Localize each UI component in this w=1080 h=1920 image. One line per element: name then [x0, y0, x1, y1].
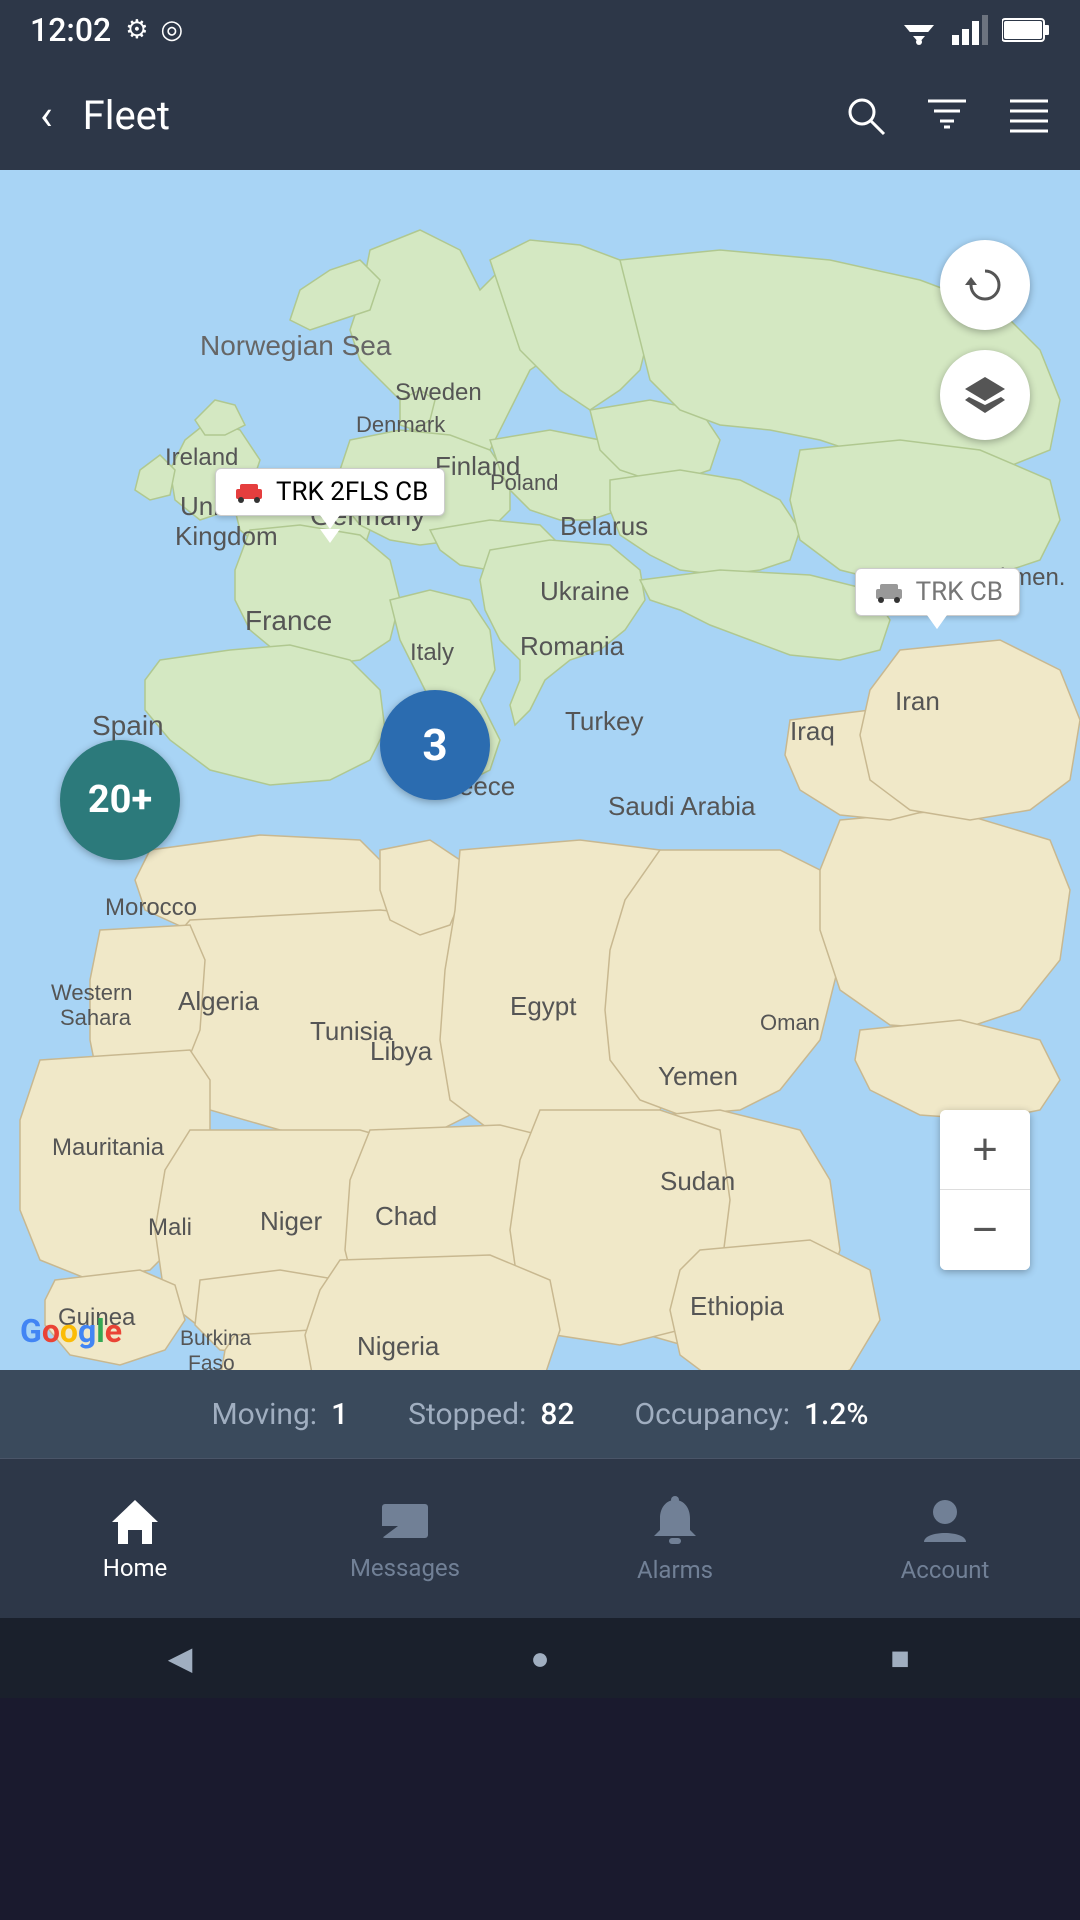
- marker-trk2flscb-label: TRK 2FLS CB: [215, 468, 445, 516]
- nav-account[interactable]: Account: [810, 1484, 1080, 1594]
- nav-account-label: Account: [901, 1556, 990, 1584]
- nav-home[interactable]: Home: [0, 1486, 270, 1592]
- nav-alarms-label: Alarms: [637, 1556, 713, 1584]
- android-recent-button[interactable]: ■: [875, 1633, 925, 1683]
- zoom-controls: + −: [940, 1110, 1030, 1270]
- svg-text:Faso: Faso: [188, 1352, 235, 1370]
- svg-text:Romania: Romania: [520, 631, 625, 661]
- status-time: 12:02: [30, 11, 111, 49]
- stopped-label: Stopped:: [408, 1397, 526, 1432]
- svg-text:Niger: Niger: [260, 1206, 322, 1236]
- refresh-icon: [963, 263, 1007, 307]
- svg-text:Algeria: Algeria: [178, 986, 259, 1016]
- nav-messages-label: Messages: [350, 1554, 460, 1582]
- account-icon: [918, 1494, 972, 1548]
- svg-text:Norwegian Sea: Norwegian Sea: [200, 330, 392, 361]
- svg-text:Italy: Italy: [410, 639, 454, 666]
- svg-text:Iran: Iran: [895, 686, 940, 716]
- svg-text:Western: Western: [51, 980, 133, 1005]
- zoom-out-button[interactable]: −: [940, 1190, 1030, 1270]
- moving-value: 1: [331, 1397, 348, 1432]
- svg-text:Oman: Oman: [760, 1010, 820, 1035]
- stats-bar: Moving: 1 Stopped: 82 Occupancy: 1.2%: [0, 1370, 1080, 1458]
- at-icon: ◎: [161, 15, 184, 45]
- svg-text:Yemen: Yemen: [658, 1061, 738, 1091]
- wifi-icon: [900, 15, 938, 45]
- menu-icon[interactable]: [1008, 97, 1050, 133]
- zoom-in-button[interactable]: +: [940, 1110, 1030, 1190]
- svg-text:Iraq: Iraq: [790, 716, 835, 746]
- moving-stat: Moving: 1: [211, 1397, 348, 1432]
- marker-trkcb[interactable]: TRK CB: [855, 568, 1020, 629]
- svg-text:Libya: Libya: [370, 1036, 433, 1066]
- occupancy-label: Occupancy:: [634, 1397, 789, 1432]
- status-icons: ⚙ ◎: [125, 15, 183, 45]
- home-icon: [108, 1496, 162, 1546]
- search-icon[interactable]: [844, 94, 886, 136]
- svg-text:Mali: Mali: [148, 1214, 192, 1241]
- svg-text:Turkey: Turkey: [565, 706, 644, 736]
- occupancy-value: 1.2%: [804, 1397, 869, 1432]
- svg-text:Sahara: Sahara: [60, 1005, 132, 1030]
- svg-text:Sweden: Sweden: [395, 379, 482, 406]
- svg-text:Nigeria: Nigeria: [357, 1331, 440, 1361]
- back-button[interactable]: ‹: [30, 81, 63, 150]
- cluster-20plus[interactable]: 20+: [60, 740, 180, 860]
- signal-icon: [952, 15, 988, 45]
- android-back-button[interactable]: ◀: [155, 1633, 205, 1683]
- svg-text:France: France: [245, 605, 332, 636]
- svg-text:Egypt: Egypt: [510, 991, 577, 1021]
- svg-text:Spain: Spain: [92, 710, 164, 741]
- cluster-3[interactable]: 3: [380, 690, 490, 800]
- app-bar-actions: [844, 94, 1050, 136]
- svg-text:Chad: Chad: [375, 1201, 437, 1231]
- status-left: 12:02 ⚙ ◎: [30, 11, 183, 49]
- page-title: Fleet: [83, 92, 844, 139]
- marker-trk2flscb[interactable]: TRK 2FLS CB: [215, 468, 445, 529]
- filter-icon[interactable]: [926, 97, 968, 133]
- svg-text:Ireland: Ireland: [165, 444, 238, 471]
- status-right: [900, 15, 1050, 45]
- svg-text:Saudi Arabia: Saudi Arabia: [608, 791, 756, 821]
- moving-label: Moving:: [211, 1397, 317, 1432]
- bottom-nav: Home Messages Alarms Account: [0, 1458, 1080, 1618]
- svg-text:Ethiopia: Ethiopia: [690, 1291, 784, 1321]
- status-bar: 12:02 ⚙ ◎: [0, 0, 1080, 60]
- svg-text:Mauritania: Mauritania: [52, 1134, 165, 1161]
- android-home-button[interactable]: ●: [515, 1633, 565, 1683]
- settings-icon: ⚙: [125, 15, 148, 45]
- android-nav: ◀ ● ■: [0, 1618, 1080, 1698]
- refresh-button[interactable]: [940, 240, 1030, 330]
- map-container[interactable]: Norwegian Sea Norway Finland Sweden Denm…: [0, 170, 1080, 1370]
- svg-text:Burkina: Burkina: [180, 1327, 252, 1350]
- car-icon-gray: [872, 581, 906, 603]
- svg-text:Poland: Poland: [490, 470, 559, 495]
- nav-home-label: Home: [103, 1554, 168, 1582]
- stopped-value: 82: [540, 1397, 574, 1432]
- layers-icon: [963, 375, 1007, 415]
- google-logo: Google: [20, 1312, 122, 1350]
- car-icon-red: [232, 481, 266, 503]
- battery-icon: [1002, 17, 1050, 43]
- nav-messages[interactable]: Messages: [270, 1486, 540, 1592]
- marker-trkcb-label: TRK CB: [855, 568, 1020, 616]
- stopped-stat: Stopped: 82: [408, 1397, 574, 1432]
- layers-button[interactable]: [940, 350, 1030, 440]
- svg-text:Morocco: Morocco: [105, 894, 197, 921]
- nav-alarms[interactable]: Alarms: [540, 1484, 810, 1594]
- occupancy-stat: Occupancy: 1.2%: [634, 1397, 868, 1432]
- svg-text:Ukraine: Ukraine: [540, 576, 630, 606]
- svg-text:Sudan: Sudan: [660, 1166, 735, 1196]
- svg-text:Denmark: Denmark: [356, 412, 446, 437]
- messages-icon: [378, 1496, 432, 1546]
- app-bar: ‹ Fleet: [0, 60, 1080, 170]
- svg-text:Belarus: Belarus: [560, 511, 648, 541]
- alarms-icon: [648, 1494, 702, 1548]
